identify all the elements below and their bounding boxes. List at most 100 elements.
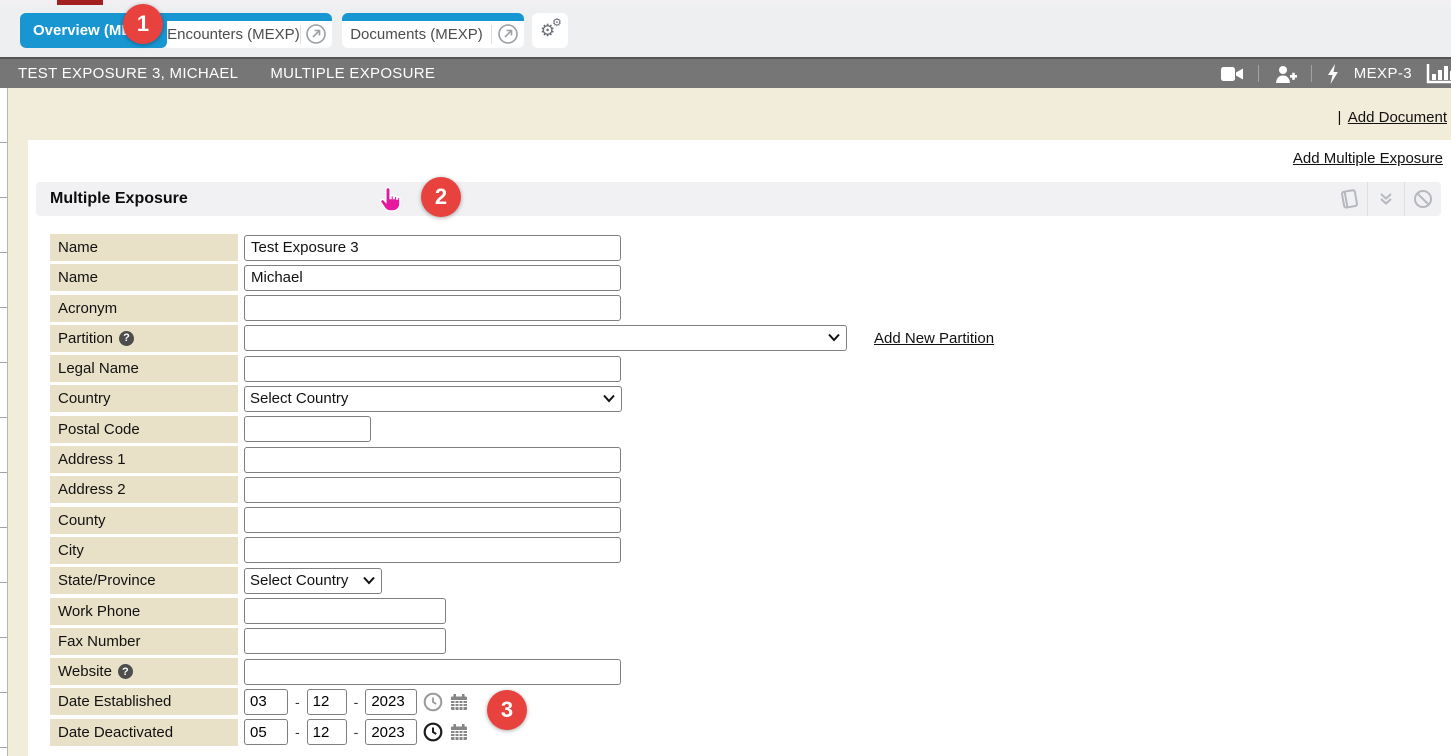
form-panel: Add Multiple Exposure Multiple Exposure … (28, 140, 1451, 756)
postal-code-input[interactable] (244, 416, 371, 442)
clock-icon[interactable] (423, 722, 443, 742)
state-province-select[interactable]: Select Country (244, 568, 382, 594)
settings-gears-button[interactable]: ⚙ ⚙ (532, 13, 568, 48)
date-separator: - (354, 694, 359, 710)
date-deactivated-month-input[interactable] (244, 719, 288, 745)
tab-documents-label: Documents (MEXP) (350, 26, 483, 43)
form-row: Website ? (50, 658, 1451, 685)
city-input[interactable] (244, 537, 621, 563)
multiple-exposure-form: Name Name Acronym Partition ? Add New Pa… (50, 234, 1451, 749)
left-ruler-strip (0, 88, 8, 756)
form-row: Address 2 (50, 476, 1451, 503)
form-row: Date Established - - (50, 688, 1451, 715)
video-camera-icon[interactable] (1220, 65, 1244, 83)
header-divider (1258, 65, 1259, 82)
calendar-icon[interactable] (449, 692, 469, 712)
form-row: City (50, 537, 1451, 564)
open-in-new-icon[interactable] (301, 13, 332, 48)
disable-icon[interactable] (1405, 189, 1441, 209)
field-label: Acronym (50, 295, 238, 322)
name-input[interactable] (244, 235, 621, 261)
field-label: Date Established (50, 688, 238, 715)
tab-bar: Overview (MEXP) Encounters (MEXP) Docume… (0, 5, 1451, 57)
section-header: Multiple Exposure (36, 182, 1441, 216)
field-label: County (50, 507, 238, 534)
record-context: MULTIPLE EXPOSURE (270, 65, 435, 82)
date-deactivated-day-input[interactable] (307, 719, 347, 745)
field-label: State/Province (50, 567, 238, 594)
add-new-partition-link[interactable]: Add New Partition (874, 330, 994, 347)
date-separator: - (295, 694, 300, 710)
field-label: Address 2 (50, 476, 238, 503)
clock-icon[interactable] (423, 692, 443, 712)
date-deactivated-year-input[interactable] (365, 719, 417, 745)
section-header-actions (1331, 182, 1441, 216)
open-in-new-icon[interactable] (492, 13, 524, 48)
help-icon[interactable]: ? (119, 331, 134, 346)
field-label: Name (50, 264, 238, 291)
form-row: Fax Number (50, 628, 1451, 655)
address2-input[interactable] (244, 477, 621, 503)
add-document-line: | Add Document (1338, 109, 1447, 126)
collapse-double-chevron-icon[interactable] (1368, 191, 1404, 207)
legal-name-input[interactable] (244, 356, 621, 382)
form-row: Address 1 (50, 446, 1451, 473)
annotation-step-1: 1 (123, 4, 163, 44)
field-label: Partition ? (50, 325, 238, 352)
form-row: Country Select Country (50, 385, 1451, 412)
record-header-bar: TEST EXPOSURE 3, MICHAEL MULTIPLE EXPOSU… (0, 57, 1451, 88)
field-label: Date Deactivated (50, 719, 238, 746)
tab-documents[interactable]: Documents (MEXP) (342, 13, 491, 48)
field-label: Legal Name (50, 355, 238, 382)
annotation-step-2: 2 (421, 177, 461, 217)
tab-encounters-label: Encounters (MEXP) (167, 26, 300, 43)
field-label: Postal Code (50, 416, 238, 443)
country-select[interactable]: Select Country (244, 386, 622, 412)
name2-input[interactable] (244, 265, 621, 291)
acronym-input[interactable] (244, 295, 621, 321)
form-row: Postal Code (50, 416, 1451, 443)
record-header-actions: MEXP-3 (1220, 59, 1451, 88)
fax-number-input[interactable] (244, 628, 446, 654)
field-label: Fax Number (50, 628, 238, 655)
partition-select[interactable] (244, 325, 847, 351)
county-input[interactable] (244, 507, 621, 533)
form-row: Name (50, 264, 1451, 291)
field-label: City (50, 537, 238, 564)
tab-encounters[interactable]: Encounters (MEXP) (167, 13, 300, 48)
tab-group-documents: Documents (MEXP) (342, 13, 524, 48)
date-established-year-input[interactable] (365, 689, 417, 715)
add-person-icon[interactable] (1273, 64, 1297, 84)
calendar-icon[interactable] (449, 722, 469, 742)
header-divider (1311, 65, 1312, 82)
add-multiple-exposure-line: Add Multiple Exposure (1293, 150, 1443, 167)
lightning-icon[interactable] (1326, 64, 1340, 84)
form-row: Work Phone (50, 598, 1451, 625)
record-name: TEST EXPOSURE 3, MICHAEL (18, 65, 238, 82)
date-separator: - (354, 724, 359, 740)
field-label: Website ? (50, 658, 238, 685)
annotation-step-3: 3 (487, 690, 527, 730)
add-multiple-exposure-link[interactable]: Add Multiple Exposure (1293, 150, 1443, 167)
gear-icon: ⚙ (552, 18, 562, 29)
date-separator: - (295, 724, 300, 740)
add-document-link[interactable]: Add Document (1348, 109, 1447, 126)
bar-chart-icon[interactable] (1426, 63, 1451, 85)
address1-input[interactable] (244, 447, 621, 473)
hand-cursor-icon (378, 186, 404, 221)
date-established-month-input[interactable] (244, 689, 288, 715)
link-separator: | (1338, 109, 1342, 126)
form-row: State/Province Select Country (50, 567, 1451, 594)
form-row: Partition ? Add New Partition (50, 325, 1451, 352)
field-label: Country (50, 385, 238, 412)
help-icon[interactable]: ? (118, 664, 133, 679)
book-icon[interactable] (1331, 189, 1367, 209)
work-phone-input[interactable] (244, 598, 446, 624)
browser-edge-strip (0, 0, 1451, 5)
section-title: Multiple Exposure (50, 190, 188, 208)
date-established-day-input[interactable] (307, 689, 347, 715)
form-row: Name (50, 234, 1451, 261)
field-label: Address 1 (50, 446, 238, 473)
website-input[interactable] (244, 659, 621, 685)
field-label: Work Phone (50, 598, 238, 625)
